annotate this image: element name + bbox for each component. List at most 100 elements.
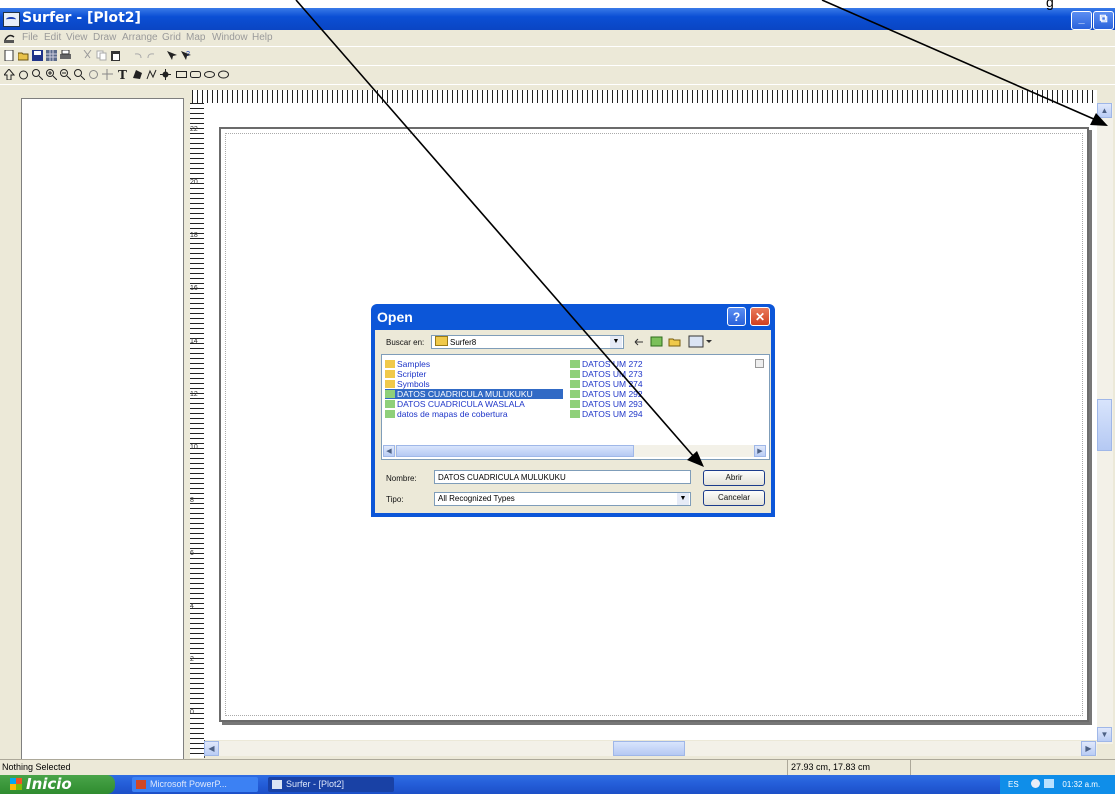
chevron-down-icon[interactable]: ▼ — [610, 336, 622, 348]
scroll-up-button[interactable]: ▲ — [1097, 103, 1112, 118]
dialog-help-button[interactable]: ? — [727, 307, 746, 326]
vertical-scrollbar[interactable]: ▲ ▼ — [1097, 103, 1113, 744]
taskbar-item-surfer[interactable]: Surfer - [Plot2] — [268, 777, 394, 792]
menu-file[interactable]: File — [22, 32, 38, 43]
list-item-selected[interactable]: DATOS CUADRICULA MULUKUKU — [385, 389, 563, 399]
taskbar-item-powerpoint[interactable]: Microsoft PowerP... — [132, 777, 258, 792]
scroll-left-button[interactable]: ◀ — [383, 445, 395, 457]
clock[interactable]: 01:32 a.m. — [1062, 780, 1100, 789]
horizontal-scrollbar[interactable]: ◀ ▶ — [204, 741, 1097, 756]
list-item[interactable]: DATOS UM 273 — [570, 369, 643, 379]
ellipse-icon[interactable] — [204, 69, 215, 80]
file-list-left-column: Samples Scripter Symbols DATOS CUADRICUL… — [385, 359, 563, 419]
scroll-right-button[interactable]: ▶ — [1081, 741, 1096, 756]
horizontal-scroll-thumb[interactable] — [613, 741, 685, 756]
data-file-icon — [570, 360, 580, 368]
ellipse2-icon[interactable] — [218, 69, 229, 80]
zoom-in-icon[interactable] — [46, 69, 57, 80]
dialog-close-button[interactable]: ✕ — [750, 307, 770, 326]
network-icon[interactable] — [1030, 779, 1040, 788]
start-button[interactable]: Inicio — [0, 775, 115, 794]
chevron-down-icon[interactable]: ▼ — [677, 493, 689, 505]
menu-edit[interactable]: Edit — [44, 32, 61, 43]
filename-input[interactable] — [434, 470, 691, 484]
paste-icon[interactable] — [110, 50, 121, 61]
copy-icon[interactable] — [96, 50, 107, 61]
rounded-rect-icon[interactable] — [190, 69, 201, 80]
window-title: Surfer - [Plot2] — [22, 10, 141, 26]
lookin-combo[interactable]: Surfer8 ▼ — [431, 335, 624, 349]
open-icon[interactable] — [18, 50, 29, 61]
list-item[interactable]: Symbols — [385, 379, 563, 389]
ruler-label: 4 — [190, 603, 194, 610]
list-item[interactable]: DATOS UM 292 — [570, 389, 643, 399]
open-button[interactable]: Abrir — [703, 470, 765, 486]
menu-arrange[interactable]: Arrange — [122, 32, 158, 43]
ruler-label: 10 — [190, 444, 198, 451]
vertical-scroll-thumb[interactable] — [1097, 399, 1112, 451]
rotate-icon[interactable] — [88, 69, 99, 80]
drawing-toolbar: T — [0, 66, 1115, 84]
list-item[interactable]: DATOS UM 293 — [570, 399, 643, 409]
hand-icon[interactable] — [18, 69, 29, 80]
symbol-icon[interactable] — [160, 69, 171, 80]
minimize-button[interactable]: _ — [1071, 11, 1092, 30]
file-name: Samples — [397, 359, 431, 369]
save-icon[interactable] — [32, 50, 43, 61]
list-item[interactable]: DATOS CUADRICULA WASLALA — [385, 399, 563, 409]
redo-icon[interactable] — [146, 50, 157, 61]
list-item[interactable]: DATOS UM 294 — [570, 409, 643, 419]
new-icon[interactable] — [4, 50, 15, 61]
text-icon[interactable]: T — [118, 69, 129, 80]
reshape-icon[interactable] — [102, 69, 113, 80]
scroll-down-button[interactable]: ▼ — [1097, 727, 1112, 742]
object-manager-pane[interactable] — [21, 98, 184, 762]
ruler-label: 14 — [190, 338, 198, 345]
menu-draw[interactable]: Draw — [93, 32, 116, 43]
menu-view[interactable]: View — [66, 32, 88, 43]
data-file-icon — [570, 410, 580, 418]
scroll-left-button[interactable]: ◀ — [204, 741, 219, 756]
status-divider — [787, 760, 788, 775]
tray-app-icon[interactable] — [1044, 779, 1055, 788]
undo-icon[interactable] — [132, 50, 143, 61]
menu-map[interactable]: Map — [186, 32, 205, 43]
menu-help[interactable]: Help — [252, 32, 273, 43]
polyline-icon[interactable] — [146, 69, 157, 80]
pointer-icon[interactable] — [4, 69, 15, 80]
menu-grid[interactable]: Grid — [162, 32, 181, 43]
annotation-fragment: g — [1046, 0, 1054, 10]
filetype-label: Tipo: — [386, 495, 404, 504]
folder-icon — [435, 336, 448, 346]
scroll-right-button[interactable]: ▶ — [754, 445, 766, 457]
zoom-rect-icon[interactable] — [32, 69, 43, 80]
grid-icon[interactable] — [46, 50, 57, 61]
select-icon[interactable] — [166, 50, 177, 61]
ruler-label: 16 — [190, 285, 198, 292]
document-icon[interactable] — [3, 31, 16, 44]
menu-window[interactable]: Window — [212, 32, 248, 43]
list-item[interactable]: DATOS UM 274 — [570, 379, 643, 389]
zoom-out-icon[interactable] — [60, 69, 71, 80]
polygon-icon[interactable] — [132, 69, 143, 80]
print-icon[interactable] — [60, 50, 71, 61]
zoom-page-icon[interactable] — [74, 69, 85, 80]
list-item[interactable]: DATOS UM 272 — [570, 359, 643, 369]
help-pointer-icon[interactable]: ? — [180, 50, 191, 61]
maximize-button[interactable]: ⧉ — [1093, 11, 1114, 30]
list-item[interactable]: Samples — [385, 359, 563, 369]
filetype-select[interactable]: All Recognized Types ▼ — [434, 492, 691, 506]
rectangle-icon[interactable] — [176, 69, 187, 80]
list-item[interactable]: datos de mapas de cobertura — [385, 409, 563, 419]
file-list-scroll-thumb[interactable] — [396, 445, 634, 457]
data-file-icon — [570, 380, 580, 388]
cut-icon[interactable] — [82, 50, 93, 61]
file-list-hscrollbar[interactable]: ◀ ▶ — [383, 445, 766, 457]
cancel-button[interactable]: Cancelar — [703, 490, 765, 506]
language-indicator[interactable]: ES — [1008, 780, 1019, 789]
list-item[interactable]: Scripter — [385, 369, 563, 379]
status-bar: Nothing Selected 27.93 cm, 17.83 cm — [0, 759, 1115, 776]
surfer-app-icon[interactable] — [3, 12, 20, 27]
file-list[interactable]: Samples Scripter Symbols DATOS CUADRICUL… — [381, 354, 770, 460]
file-name: DATOS CUADRICULA MULUKUKU — [397, 389, 533, 399]
